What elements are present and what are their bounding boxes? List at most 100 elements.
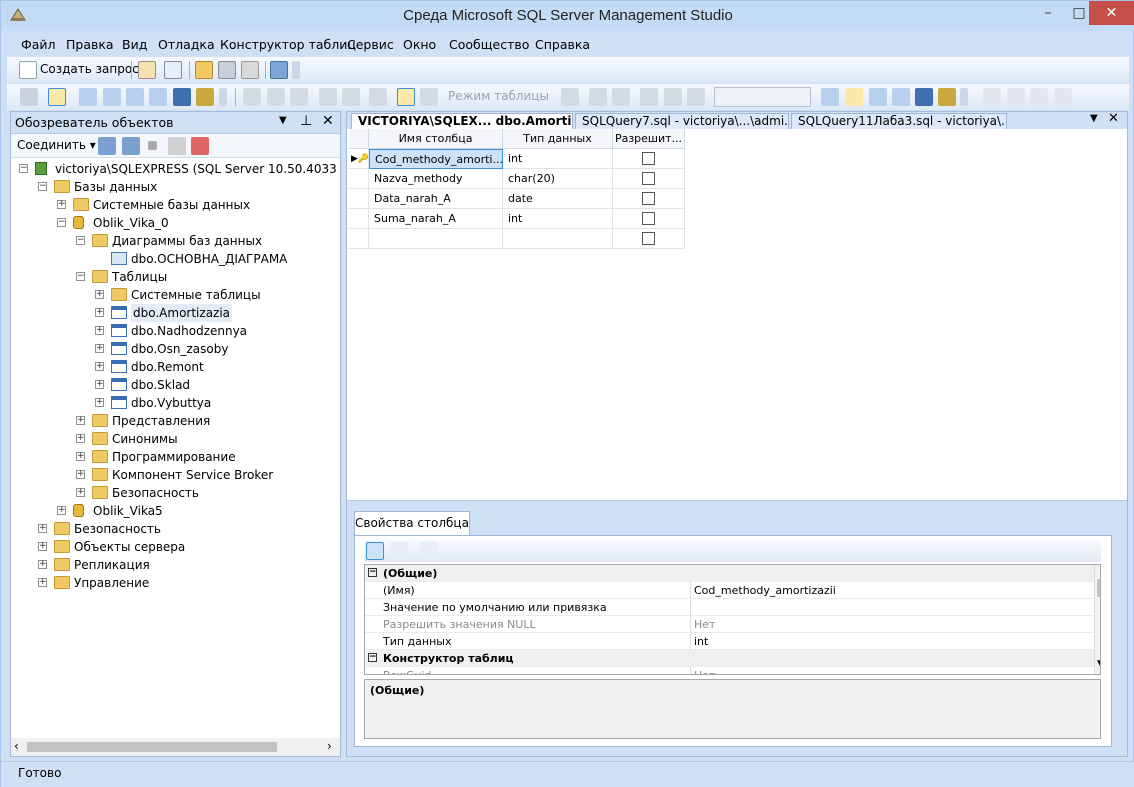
- scrollbar-thumb[interactable]: [1097, 579, 1100, 597]
- minimize-button[interactable]: –: [1032, 1, 1064, 25]
- property-row[interactable]: RowGuid Нет: [365, 667, 1095, 674]
- autosize-icon[interactable]: [640, 88, 658, 106]
- allow-nulls-checkbox[interactable]: [642, 232, 655, 245]
- cell-data-type[interactable]: int: [503, 149, 613, 169]
- toolbar-overflow-icon[interactable]: [292, 61, 300, 79]
- cell-column-name[interactable]: [369, 229, 503, 249]
- cell-data-type[interactable]: char(20): [503, 169, 613, 189]
- toolbar-overflow-icon[interactable]: [960, 88, 968, 106]
- menu-file[interactable]: Файл: [21, 37, 56, 52]
- filter-icon[interactable]: [168, 137, 186, 155]
- pin-icon[interactable]: ⊥: [300, 113, 312, 129]
- relationships-icon[interactable]: [79, 88, 97, 106]
- zoom-combo[interactable]: [714, 87, 811, 107]
- tab-sqlquery7[interactable]: SQLQuery7.sql - victoriya\...\admi...2)): [575, 113, 789, 129]
- primary-key-icon[interactable]: [48, 88, 66, 106]
- add-related-icon[interactable]: [267, 88, 285, 106]
- results-text-icon[interactable]: [983, 88, 1001, 106]
- expand-icon[interactable]: +: [95, 344, 104, 353]
- indexes-icon[interactable]: [845, 88, 863, 106]
- expand-icon[interactable]: +: [95, 380, 104, 389]
- fulltext-icon[interactable]: [126, 88, 144, 106]
- arrange-icon[interactable]: [561, 88, 579, 106]
- scrollbar-thumb[interactable]: [27, 742, 277, 752]
- open-folder-icon[interactable]: [195, 61, 213, 79]
- property-category[interactable]: − (Общие): [365, 565, 1095, 582]
- menu-view[interactable]: Вид: [122, 37, 147, 52]
- generate-script-icon[interactable]: [196, 88, 214, 106]
- property-pages-icon[interactable]: [420, 542, 438, 560]
- horizontal-scrollbar[interactable]: ‹ ›: [11, 738, 340, 756]
- menu-edit[interactable]: Правка: [66, 37, 114, 52]
- property-value[interactable]: Нет: [694, 616, 715, 633]
- tab-list-icon[interactable]: ▼: [1090, 113, 1098, 124]
- categorized-icon[interactable]: [366, 542, 384, 560]
- expand-icon[interactable]: +: [57, 506, 66, 515]
- generate-script-icon[interactable]: [938, 88, 956, 106]
- new-text-annotation-icon[interactable]: [290, 88, 308, 106]
- expand-icon[interactable]: +: [95, 290, 104, 299]
- add-table-icon[interactable]: [243, 88, 261, 106]
- page-break-icon[interactable]: [612, 88, 630, 106]
- expand-icon[interactable]: +: [95, 326, 104, 335]
- results-grid-icon[interactable]: [1007, 88, 1025, 106]
- expand-icon[interactable]: +: [57, 200, 66, 209]
- menu-tools[interactable]: Сервис: [347, 37, 394, 52]
- save-icon[interactable]: [218, 61, 236, 79]
- check-constraints-icon[interactable]: [915, 88, 933, 106]
- connect-button[interactable]: Соединить ▾: [17, 138, 96, 152]
- name-icon[interactable]: [420, 88, 438, 106]
- property-row[interactable]: Разрешить значения NULL Нет: [365, 616, 1095, 633]
- allow-nulls-checkbox[interactable]: [642, 152, 655, 165]
- property-value[interactable]: int: [694, 633, 708, 650]
- expand-icon[interactable]: +: [76, 470, 85, 479]
- activity-monitor-icon[interactable]: [270, 61, 288, 79]
- toolbar-overflow-icon[interactable]: [219, 88, 227, 106]
- disconnect-icon[interactable]: [122, 137, 140, 155]
- expand-icon[interactable]: +: [38, 524, 47, 533]
- scroll-left-icon[interactable]: ‹: [14, 739, 19, 753]
- table-mode-dropdown[interactable]: Режим таблицы: [448, 89, 549, 103]
- change-type-icon[interactable]: [20, 88, 38, 106]
- menu-table-designer[interactable]: Конструктор таблиц: [220, 37, 356, 52]
- cell-column-name[interactable]: Nazva_methody: [369, 169, 503, 189]
- property-row[interactable]: Значение по умолчанию или привязка: [365, 599, 1095, 616]
- close-button[interactable]: ✕: [1089, 1, 1134, 25]
- menu-window[interactable]: Окно: [403, 37, 436, 52]
- refresh-icon[interactable]: [191, 137, 209, 155]
- tab-table-designer[interactable]: VICTORIYA\SQLEX... dbo.Amortizazia: [351, 113, 573, 129]
- scroll-right-icon[interactable]: ›: [327, 739, 332, 753]
- expand-icon[interactable]: +: [95, 362, 104, 371]
- tab-sqlquery11[interactable]: SQLQuery11Лаба3.sql - victoriya\....)): [791, 113, 1007, 129]
- allow-nulls-checkbox[interactable]: [642, 212, 655, 225]
- collapse-icon[interactable]: −: [57, 218, 66, 227]
- menu-community[interactable]: Сообщество: [449, 37, 529, 52]
- delete-table-icon[interactable]: [319, 88, 337, 106]
- property-row[interactable]: Тип данных int: [365, 633, 1095, 650]
- expand-icon[interactable]: +: [76, 452, 85, 461]
- close-panel-icon[interactable]: ✕: [322, 113, 334, 129]
- cell-data-type[interactable]: [503, 229, 613, 249]
- primary-key-icon[interactable]: [397, 88, 415, 106]
- row-selector[interactable]: [349, 169, 369, 189]
- allow-nulls-checkbox[interactable]: [642, 172, 655, 185]
- new-query-icon[interactable]: [19, 61, 37, 79]
- expand-icon[interactable]: +: [76, 488, 85, 497]
- scroll-down-icon[interactable]: ▼: [1097, 659, 1100, 669]
- menu-help[interactable]: Справка: [535, 37, 590, 52]
- collapse-icon[interactable]: −: [368, 653, 377, 662]
- new-query-button[interactable]: Создать запрос: [40, 62, 139, 76]
- results-pane-icon[interactable]: [1054, 88, 1072, 106]
- expand-icon[interactable]: +: [38, 560, 47, 569]
- xml-indexes-icon[interactable]: [892, 88, 910, 106]
- vertical-scrollbar[interactable]: ▼: [1094, 565, 1100, 674]
- collapse-icon[interactable]: −: [38, 182, 47, 191]
- menu-debug[interactable]: Отладка: [158, 37, 215, 52]
- expand-icon[interactable]: +: [95, 308, 104, 317]
- layout-icon[interactable]: [664, 88, 682, 106]
- property-row[interactable]: (Имя) Cod_methody_amortizazii: [365, 582, 1095, 599]
- expand-icon[interactable]: +: [76, 416, 85, 425]
- row-selector[interactable]: [349, 229, 369, 249]
- expand-icon[interactable]: +: [95, 398, 104, 407]
- new-file-icon[interactable]: [138, 61, 156, 79]
